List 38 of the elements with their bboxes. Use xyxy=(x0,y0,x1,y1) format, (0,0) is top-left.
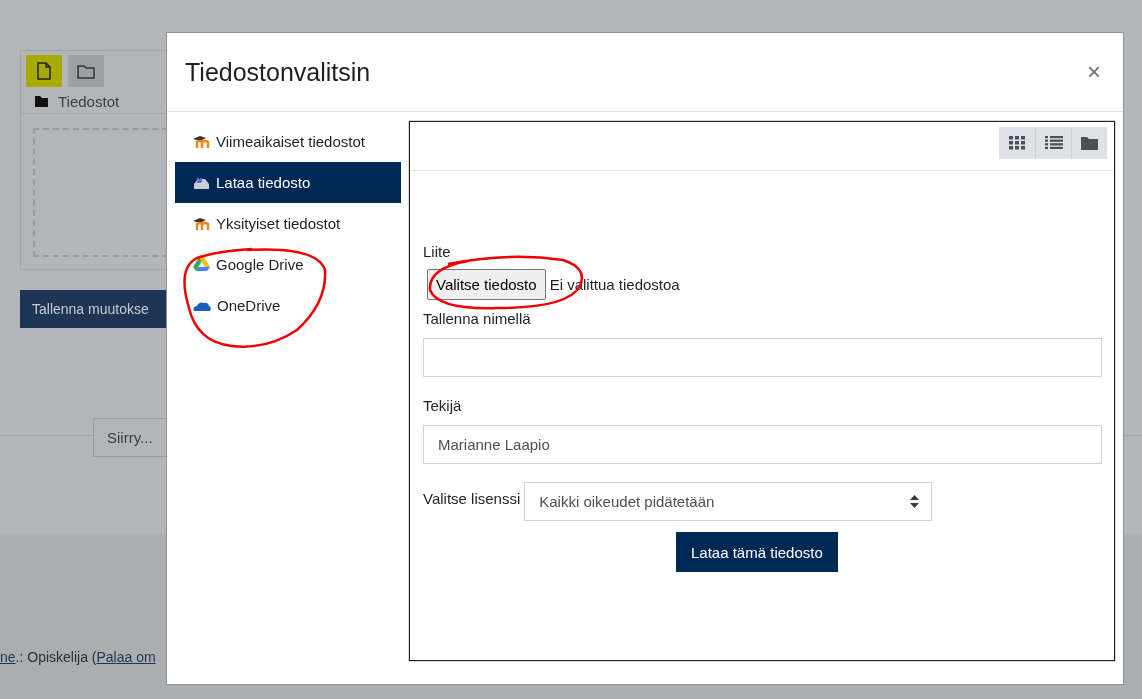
field-label: Liite xyxy=(423,243,452,260)
repository-item[interactable]: Lataa tiedosto xyxy=(175,162,401,203)
return-link[interactable]: Palaa om xyxy=(96,649,156,665)
choose-file-button[interactable]: Valitse tiedosto xyxy=(427,269,546,300)
view-button[interactable] xyxy=(1071,127,1107,159)
folder-icon xyxy=(35,96,48,107)
role-link[interactable]: ne xyxy=(0,649,16,665)
view-button[interactable] xyxy=(999,127,1035,159)
input-field[interactable] xyxy=(423,338,1102,377)
list-icon xyxy=(1044,136,1063,150)
role-info-text: ne.: Opiskelija (Palaa om xyxy=(0,649,156,665)
repository-item[interactable]: Google Drive xyxy=(175,244,401,285)
dialog-title: Tiedostonvalitsin xyxy=(185,57,371,87)
repository-item[interactable]: OneDrive xyxy=(175,285,401,326)
path-label: Tiedostot xyxy=(58,93,120,110)
sort-caret-icon xyxy=(910,495,920,508)
field-label: Valitse lisenssi xyxy=(423,490,521,507)
repository-item[interactable]: Viimeaikaiset tiedostot xyxy=(175,121,401,162)
moodle-icon xyxy=(193,135,210,148)
license-select[interactable]: Kaikki oikeudet pidätetään xyxy=(524,482,933,521)
upload-icon xyxy=(193,175,210,190)
view-button[interactable] xyxy=(1035,127,1071,159)
create-folder-button[interactable] xyxy=(68,55,104,87)
field-label: Tallenna nimellä xyxy=(423,310,532,327)
add-file-button[interactable] xyxy=(26,55,62,87)
upload-button[interactable]: Lataa tämä tiedosto xyxy=(676,532,838,572)
cloud-icon xyxy=(193,300,211,311)
folder-icon xyxy=(77,63,95,79)
close-button[interactable]: × xyxy=(1083,58,1105,86)
field-label: Tekijä xyxy=(423,397,463,414)
grid-icon xyxy=(1009,136,1025,150)
repository-item[interactable]: Yksityiset tiedostot xyxy=(175,203,401,244)
file-icon xyxy=(37,62,51,80)
input-field[interactable]: Marianne Laapio xyxy=(423,425,1102,464)
save-button[interactable]: Tallenna muutokse xyxy=(20,290,166,328)
folder-icon xyxy=(1081,136,1098,150)
drive-icon xyxy=(193,257,210,272)
moodle-icon xyxy=(193,217,210,230)
